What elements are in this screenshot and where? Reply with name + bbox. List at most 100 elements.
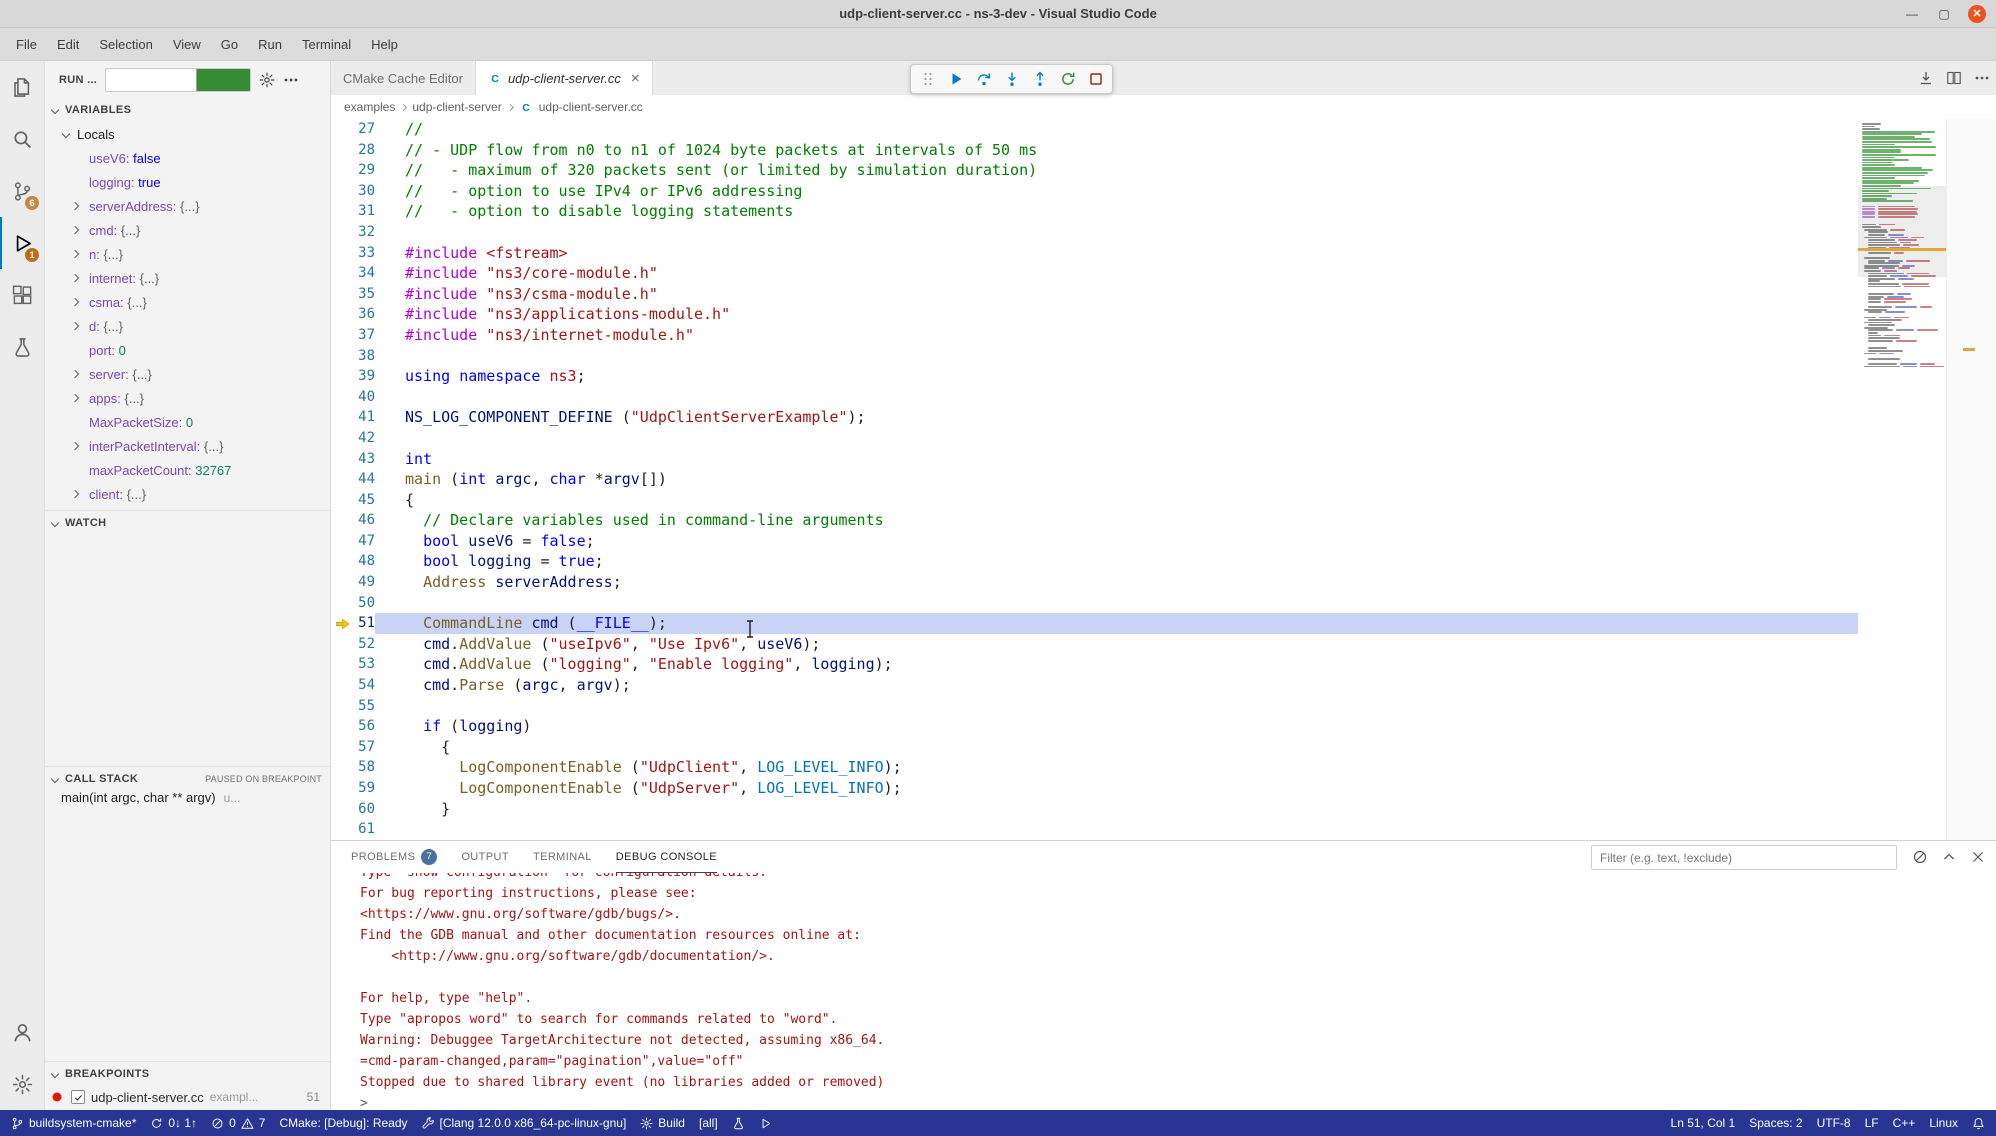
variable-d[interactable]: d: {...} (45, 314, 330, 338)
line-number[interactable]: 30 (355, 181, 375, 202)
gutter-glyph[interactable] (331, 778, 355, 799)
code-text[interactable]: // (375, 119, 1858, 140)
line-number[interactable]: 33 (355, 243, 375, 264)
notifications-bell[interactable] (1965, 1110, 1992, 1136)
debug-config-dropdown[interactable]: No Configura (105, 68, 251, 92)
ctest-button[interactable] (725, 1110, 752, 1136)
debug-console[interactable]: Type "show configuration" for configurat… (331, 873, 1996, 1111)
gutter-glyph[interactable] (331, 469, 355, 490)
code-editor[interactable]: 27//28// - UDP flow from n0 to n1 of 102… (331, 119, 1996, 840)
menu-item-go[interactable]: Go (211, 28, 248, 60)
code-text[interactable]: cmd.AddValue ("useIpv6", "Use Ipv6", use… (375, 634, 1858, 655)
watch-section-header[interactable]: WATCH (45, 510, 330, 534)
variable-cmd[interactable]: cmd: {...} (45, 218, 330, 242)
code-text[interactable]: LogComponentEnable ("UdpClient", LOG_LEV… (375, 757, 1858, 778)
minimap-slider[interactable] (1858, 186, 1946, 277)
gutter-glyph[interactable] (331, 490, 355, 511)
eol-indicator[interactable]: LF (1858, 1110, 1886, 1136)
gutter-glyph[interactable] (331, 819, 355, 840)
code-text[interactable]: // Declare variables used in command-lin… (375, 510, 1858, 531)
stop-button[interactable] (1083, 67, 1108, 92)
line-number[interactable]: 36 (355, 304, 375, 325)
gutter-glyph[interactable] (331, 737, 355, 758)
activitybar-testing[interactable] (0, 321, 44, 373)
panel-tab-terminal[interactable]: TERMINAL (533, 841, 592, 873)
code-text[interactable]: NS_LOG_COMPONENT_DEFINE ("UdpClientServe… (375, 407, 1858, 428)
menu-item-view[interactable]: View (163, 28, 211, 60)
line-number[interactable]: 45 (355, 490, 375, 511)
code-text[interactable] (375, 222, 1858, 243)
code-text[interactable]: cmd.Parse (argc, argv); (375, 675, 1858, 696)
gutter-glyph[interactable] (331, 325, 355, 346)
gutter-glyph[interactable] (331, 696, 355, 717)
code-text[interactable]: // - option to disable logging statement… (375, 201, 1858, 222)
code-text[interactable] (375, 387, 1858, 408)
code-text[interactable]: if (logging) (375, 716, 1858, 737)
cmake-status[interactable]: CMake: [Debug]: Ready (272, 1110, 414, 1136)
step-over-button[interactable] (971, 67, 996, 92)
cursor-position[interactable]: Ln 51, Col 1 (1664, 1110, 1743, 1136)
menu-item-terminal[interactable]: Terminal (292, 28, 361, 60)
line-number[interactable]: 48 (355, 551, 375, 572)
variable-apps[interactable]: apps: {...} (45, 386, 330, 410)
line-number[interactable]: 34 (355, 263, 375, 284)
activitybar-extensions[interactable] (0, 269, 44, 321)
panel-tab-debug-console[interactable]: DEBUG CONSOLE (616, 841, 717, 873)
code-text[interactable]: // - option to use IPv4 or IPv6 addressi… (375, 181, 1858, 202)
line-number[interactable]: 37 (355, 325, 375, 346)
gutter-glyph[interactable] (331, 222, 355, 243)
code-text[interactable]: // - maximum of 320 packets sent (or lim… (375, 160, 1858, 181)
breakpoint-item[interactable]: udp-client-server.ccexampl...51 (45, 1085, 330, 1109)
line-number[interactable]: 53 (355, 654, 375, 675)
cmake-kit[interactable]: [Clang 12.0.0 x86_64-pc-linux-gnu] (415, 1110, 634, 1136)
activitybar-explorer[interactable] (0, 61, 44, 113)
code-text[interactable]: main (int argc, char *argv[]) (375, 469, 1858, 490)
os-indicator[interactable]: Linux (1922, 1110, 1965, 1136)
configure-gear-icon[interactable] (259, 72, 275, 88)
console-filter-input[interactable] (1591, 845, 1897, 870)
gutter-glyph[interactable] (331, 449, 355, 470)
gutter-glyph[interactable] (331, 675, 355, 696)
step-out-button[interactable] (1027, 67, 1052, 92)
minimap[interactable] (1858, 119, 1946, 840)
close-tab-icon[interactable]: × (631, 71, 640, 86)
line-number[interactable]: 43 (355, 449, 375, 470)
tab-udp-client-server-cc[interactable]: Cudp-client-server.cc× (476, 61, 653, 95)
line-number[interactable]: 27 (355, 119, 375, 140)
scope-locals[interactable]: Locals (45, 122, 330, 146)
sync-changes-indicator[interactable]: 0↓ 1↑ (143, 1110, 204, 1136)
line-number[interactable]: 32 (355, 222, 375, 243)
code-text[interactable] (375, 428, 1858, 449)
continue-button[interactable] (943, 67, 968, 92)
git-branch-indicator[interactable]: buildsystem-cmake* (4, 1110, 143, 1136)
code-text[interactable]: int (375, 449, 1858, 470)
line-number[interactable]: 50 (355, 593, 375, 614)
step-into-button[interactable] (999, 67, 1024, 92)
code-text[interactable]: CommandLine cmd (__FILE__); (375, 613, 1858, 634)
maximize-panel-icon[interactable] (1941, 849, 1957, 865)
menu-item-help[interactable]: Help (361, 28, 408, 60)
variable-n[interactable]: n: {...} (45, 242, 330, 266)
code-text[interactable] (375, 819, 1858, 840)
tab-cmake-cache-editor[interactable]: CMake Cache Editor (331, 61, 476, 95)
code-text[interactable] (375, 593, 1858, 614)
activitybar-accounts[interactable] (0, 1006, 44, 1058)
line-number[interactable]: 46 (355, 510, 375, 531)
panel-tab-output[interactable]: OUTPUT (461, 841, 509, 873)
gutter-glyph[interactable] (331, 510, 355, 531)
line-number[interactable]: 49 (355, 572, 375, 593)
encoding-indicator[interactable]: UTF-8 (1810, 1110, 1858, 1136)
gutter-glyph[interactable] (331, 387, 355, 408)
variable-interPacketInterval[interactable]: interPacketInterval: {...} (45, 434, 330, 458)
gutter-glyph[interactable] (331, 654, 355, 675)
line-number[interactable]: 59 (355, 778, 375, 799)
line-number[interactable]: 57 (355, 737, 375, 758)
gutter-glyph[interactable] (331, 201, 355, 222)
indent-indicator[interactable]: Spaces: 2 (1742, 1110, 1809, 1136)
code-text[interactable] (375, 696, 1858, 717)
code-text[interactable]: bool useV6 = false; (375, 531, 1858, 552)
line-number[interactable]: 38 (355, 346, 375, 367)
gutter-glyph[interactable] (331, 160, 355, 181)
gutter-glyph[interactable] (331, 572, 355, 593)
more-actions-icon[interactable] (1974, 70, 1990, 86)
